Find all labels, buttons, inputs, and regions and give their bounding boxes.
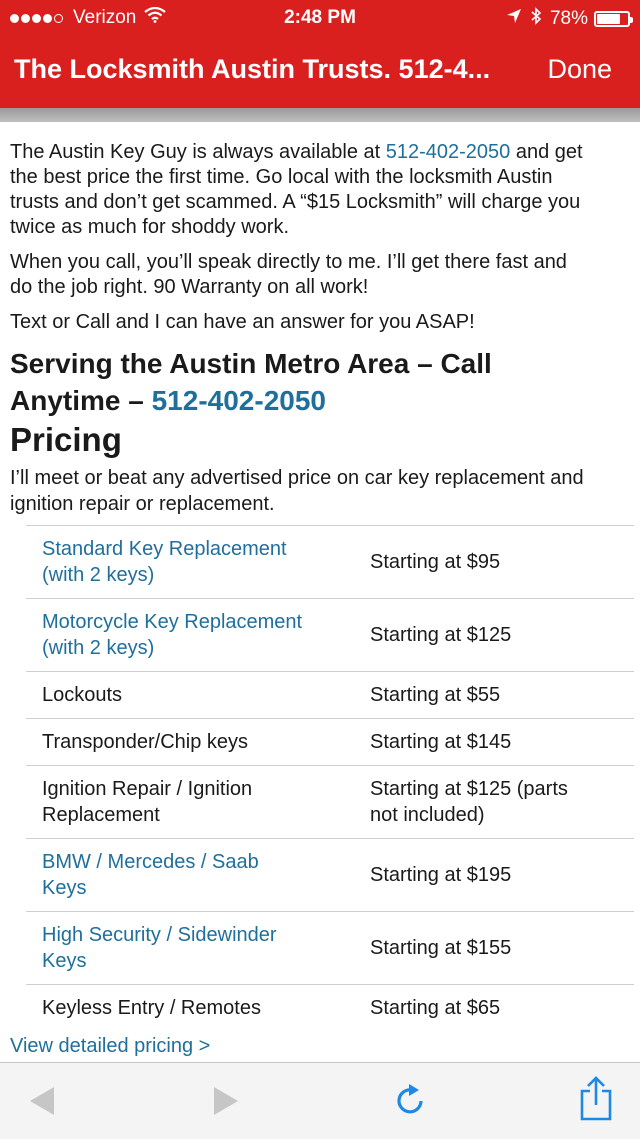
service-link[interactable]: High Security / Sidewinder Keys bbox=[26, 912, 354, 985]
price-cell: Starting at $195 bbox=[370, 864, 512, 886]
table-row: Lockouts Starting at $55 bbox=[26, 672, 634, 719]
text-segment: and get bbox=[510, 141, 583, 163]
view-detailed-pricing-link[interactable]: View detailed pricing > bbox=[10, 1035, 210, 1058]
text-segment: do the job right. 90 Warranty on all wor… bbox=[10, 276, 369, 298]
price-cell: Starting at $65 bbox=[370, 997, 501, 1019]
heading-segment: Anytime – bbox=[10, 385, 152, 416]
service-link[interactable]: BMW / Mercedes / Saab Keys bbox=[26, 839, 354, 912]
text-or-call-paragraph: Text or Call and I can have an answer fo… bbox=[10, 311, 475, 333]
phone-link[interactable]: 512-402-2050 bbox=[386, 141, 511, 163]
text-segment: The Austin Key Guy is always available a… bbox=[10, 141, 386, 163]
text-segment: the best price the first time. Go local … bbox=[10, 166, 553, 188]
text-segment: ignition repair or replacement. bbox=[10, 493, 275, 515]
service-link[interactable]: Motorcycle Key Replacement (with 2 keys) bbox=[26, 599, 354, 672]
price-cell: Starting at $155 bbox=[370, 937, 512, 959]
back-arrow-icon[interactable] bbox=[22, 1081, 62, 1121]
text-segment: twice as much for shoddy work. bbox=[10, 216, 289, 238]
heading-phone-link[interactable]: 512-402-2050 bbox=[152, 385, 326, 416]
location-icon bbox=[506, 8, 522, 30]
table-row: Standard Key Replacement (with 2 keys) St… bbox=[26, 525, 634, 599]
pricing-heading: Pricing bbox=[10, 421, 122, 458]
browser-chrome: Verizon 2:48 PM 78% The Locksmith Austin… bbox=[0, 0, 640, 108]
page-top-edge bbox=[0, 122, 640, 132]
price-cell: Starting at $145 bbox=[370, 731, 512, 753]
service-cell: Lockouts bbox=[42, 684, 123, 706]
serving-heading: Serving the Austin Metro Area – Call Any… bbox=[10, 345, 630, 419]
done-button[interactable]: Done bbox=[547, 54, 612, 85]
status-bar: Verizon 2:48 PM 78% bbox=[0, 0, 640, 36]
share-icon[interactable] bbox=[576, 1075, 616, 1123]
status-right: 78% bbox=[506, 7, 633, 31]
bluetooth-icon bbox=[530, 7, 542, 31]
refresh-icon[interactable] bbox=[390, 1081, 430, 1121]
page-title: The Locksmith Austin Trusts. 512-4... bbox=[14, 54, 491, 84]
pricing-intro: I’ll meet or beat any advertised price o… bbox=[10, 465, 640, 517]
table-row: Transponder/Chip keys Starting at $145 bbox=[26, 719, 634, 766]
forward-arrow-icon[interactable] bbox=[206, 1081, 246, 1121]
price-cell: Starting at $95 bbox=[370, 551, 501, 573]
pricing-table: Standard Key Replacement (with 2 keys) St… bbox=[26, 525, 634, 1031]
text-segment: When you call, you’ll speak directly to … bbox=[10, 251, 567, 273]
service-link[interactable]: Standard Key Replacement (with 2 keys) bbox=[26, 526, 354, 599]
intro-paragraph: The Austin Key Guy is always available a… bbox=[10, 140, 640, 240]
table-row: High Security / Sidewinder Keys Starting … bbox=[26, 912, 634, 985]
table-row: Motorcycle Key Replacement (with 2 keys) … bbox=[26, 599, 634, 672]
bottom-toolbar bbox=[0, 1062, 640, 1139]
table-row: Keyless Entry / Remotes Starting at $65 bbox=[26, 985, 634, 1032]
battery-icon bbox=[594, 11, 633, 27]
text-segment: trusts and don’t get scammed. A “$15 Loc… bbox=[10, 191, 581, 213]
price-cell: Starting at $125 bbox=[370, 624, 512, 646]
web-content: The Austin Key Guy is always available a… bbox=[10, 140, 640, 1031]
service-cell: Transponder/Chip keys bbox=[42, 731, 249, 753]
price-cell: Starting at $125 (parts not included) bbox=[370, 778, 568, 826]
price-cell: Starting at $55 bbox=[370, 684, 501, 706]
table-row: Ignition Repair / Ignition Replacement St… bbox=[26, 766, 634, 839]
call-paragraph: When you call, you’ll speak directly to … bbox=[10, 250, 640, 300]
text-segment: I’ll meet or beat any advertised price o… bbox=[10, 467, 584, 489]
heading-segment: Serving the Austin Metro Area – Call bbox=[10, 348, 492, 379]
nav-bar: The Locksmith Austin Trusts. 512-4... Do… bbox=[0, 50, 640, 94]
table-row: BMW / Mercedes / Saab Keys Starting at $1… bbox=[26, 839, 634, 912]
battery-percent: 78% bbox=[549, 8, 588, 29]
service-cell: Ignition Repair / Ignition Replacement bbox=[42, 778, 253, 826]
service-cell: Keyless Entry / Remotes bbox=[42, 997, 261, 1019]
